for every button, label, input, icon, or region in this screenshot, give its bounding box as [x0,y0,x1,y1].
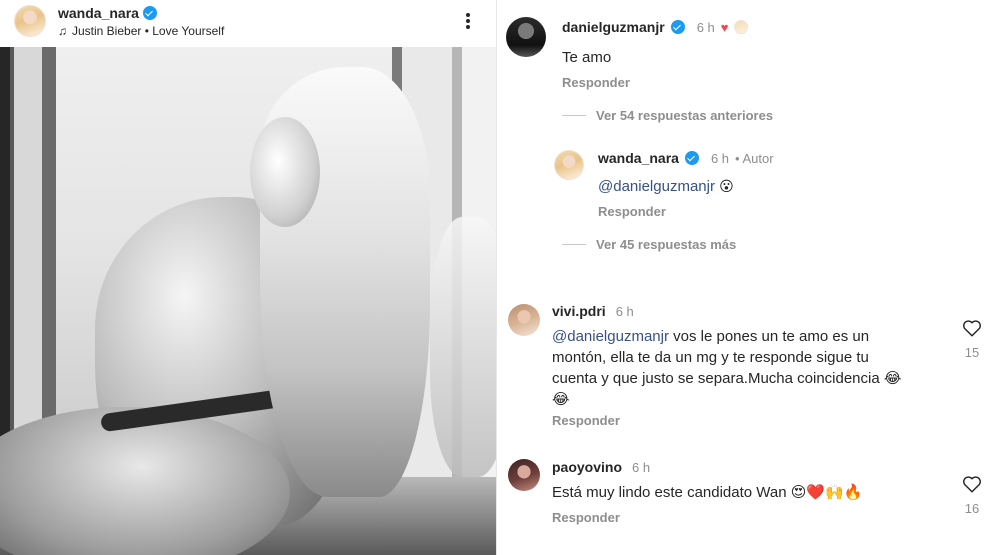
comment-header: wanda_nara 6 h • Autor [598,150,774,166]
comment-header: paoyovino 6 h [552,459,650,475]
comment-avatar[interactable] [506,17,546,57]
reply-button[interactable]: Responder [598,204,666,219]
reply-button[interactable]: Responder [552,510,620,525]
post-header: wanda_nara ♫ Justin Bieber • Love Yourse… [0,0,497,47]
post-panel: wanda_nara ♫ Justin Bieber • Love Yourse… [0,0,497,555]
comment-time: 6 h [615,303,634,319]
reply-button[interactable]: Responder [562,75,630,90]
photo-face [250,117,320,227]
comment-time: 6 h [632,459,651,475]
verified-icon [670,20,685,34]
post-author-avatar[interactable] [14,5,46,37]
music-note-icon: ♫ [58,24,67,38]
comment-avatar[interactable] [508,459,540,491]
comment-avatar[interactable] [508,304,540,336]
comment-username[interactable]: vivi.pdri [552,303,606,319]
like-count: 16 [964,501,980,516]
comments-panel: danielguzmanjr 6 h ♥ Te amo Responder Ve… [498,0,992,555]
view-more-label[interactable]: Ver 45 respuestas más [596,237,736,252]
comment-mention[interactable]: @danielguzmanjr [598,178,715,195]
like-heart-icon[interactable] [962,475,982,493]
view-more-replies[interactable]: Ver 45 respuestas más [562,237,736,252]
comment-text: Te amo [562,49,612,66]
more-options-icon[interactable] [465,10,471,32]
comment-line: 😂 [552,391,570,408]
verified-icon [684,151,699,165]
verified-icon [142,6,157,20]
comment-text: Está muy lindo este candidato Wan 😍❤️🙌🔥 [552,484,863,501]
post-author-username[interactable]: wanda_nara [58,5,139,21]
comment-text: @danielguzmanjr vos le pones un te amo e… [552,326,942,410]
post-music-row[interactable]: ♫ Justin Bieber • Love Yourself [58,24,224,38]
post-music-label[interactable]: Justin Bieber • Love Yourself [72,24,224,38]
creator-liked-avatar [734,20,749,34]
comment-time: 6 h [696,19,715,35]
replies-divider [562,115,586,116]
comment-line-text: vos le pones un te amo es un [668,328,870,345]
comment-line: @danielguzmanjr vos le pones un te amo e… [552,326,942,347]
view-previous-label[interactable]: Ver 54 respuestas anteriores [596,108,773,123]
creator-liked-heart-icon: ♥ [720,19,729,35]
comment-username[interactable]: paoyovino [552,459,622,475]
author-badge: • Autor [735,150,774,166]
comment-line: montón, ella te da un mg y te responde s… [552,349,869,366]
post-author-name-row[interactable]: wanda_nara [58,5,157,21]
comment-username[interactable]: wanda_nara [598,150,679,166]
comment-avatar[interactable] [554,150,584,180]
comment-header: danielguzmanjr 6 h ♥ [562,19,749,35]
comment-emoji: 😮 [719,179,734,195]
like-heart-icon[interactable] [962,319,982,337]
comment-header: vivi.pdri 6 h [552,303,634,319]
reply-button[interactable]: Responder [552,413,620,428]
comment-line: cuenta y que justo se separa.Mucha coinc… [552,370,902,387]
comment-mention[interactable]: @danielguzmanjr [552,328,669,345]
replies-divider [562,244,586,245]
comment-text: @danielguzmanjr 😮 [598,176,734,198]
comment-time: 6 h [710,150,730,166]
post-photo[interactable] [0,47,496,555]
like-count: 15 [964,345,980,360]
photo-hair-blur [430,217,496,477]
comment-username[interactable]: danielguzmanjr [562,19,665,35]
view-previous-replies[interactable]: Ver 54 respuestas anteriores [562,108,773,123]
